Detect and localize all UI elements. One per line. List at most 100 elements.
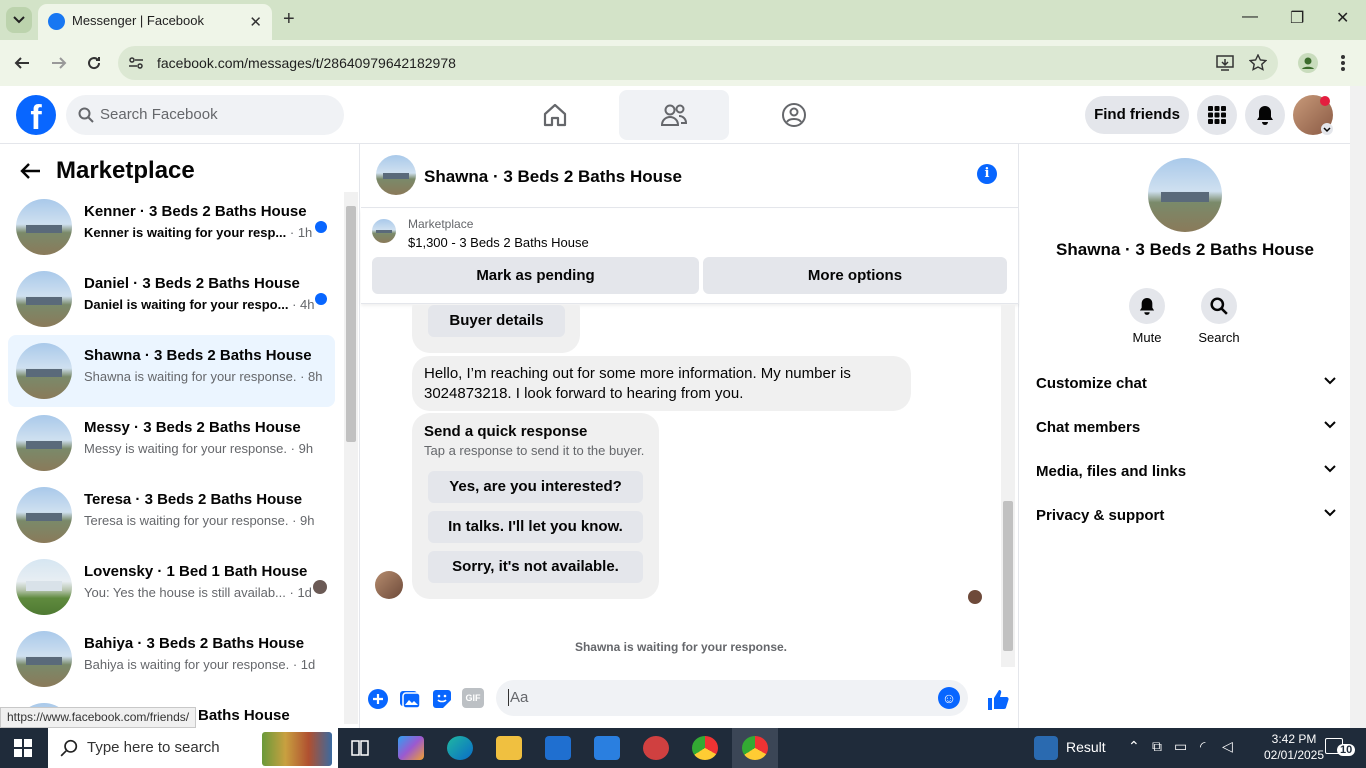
taskbar-search-box[interactable]: Type here to search <box>48 728 338 768</box>
seen-indicator-avatar <box>968 590 982 604</box>
wifi-icon[interactable]: ◜ <box>1200 738 1205 755</box>
clock-date: 02/01/2025 <box>1263 748 1325 762</box>
chat-list-item[interactable]: Daniel · 3 Beds 2 Baths House Daniel is … <box>8 263 335 335</box>
chat-list-item[interactable]: Lovensky · 1 Bed 1 Bath House You: Yes t… <box>8 551 335 623</box>
task-view-icon[interactable] <box>350 738 370 758</box>
taskbar-clock[interactable]: 3:42 PM 02/01/2025 <box>1258 731 1330 763</box>
scrollbar-thumb[interactable] <box>1003 501 1013 651</box>
arrow-left-icon[interactable] <box>20 162 42 180</box>
privacy-support-row[interactable]: Privacy & support <box>1036 495 1336 539</box>
listing-thumbnail <box>16 559 72 615</box>
battery-icon[interactable]: ▭ <box>1174 738 1187 755</box>
gif-button[interactable]: GIF <box>462 688 484 708</box>
widget-label[interactable]: Result <box>1066 739 1106 755</box>
mail-icon[interactable] <box>594 736 620 760</box>
nav-groups[interactable] <box>739 90 849 140</box>
close-window-button[interactable]: ✕ <box>1336 8 1349 28</box>
chat-name: Bahiya · 3 Beds 2 Baths House <box>84 635 305 652</box>
profile-avatar[interactable] <box>1148 158 1222 232</box>
customize-chat-row[interactable]: Customize chat <box>1036 363 1336 407</box>
quick-reply-button[interactable]: In talks. I'll let you know. <box>428 511 643 543</box>
volume-icon[interactable]: ◁ <box>1222 738 1233 755</box>
site-info-icon[interactable] <box>128 55 144 71</box>
edge-icon[interactable] <box>447 736 473 760</box>
more-options-button[interactable]: More options <box>703 257 1007 294</box>
facebook-favicon-icon <box>48 13 65 30</box>
find-friends-button[interactable]: Find friends <box>1085 96 1189 134</box>
emoji-icon[interactable]: ☺ <box>938 687 960 709</box>
listing-price-title[interactable]: $1,300 - 3 Beds 2 Baths House <box>408 235 589 250</box>
page-scrollbar[interactable] <box>1350 86 1366 728</box>
mute-button[interactable]: Mute <box>1117 288 1177 345</box>
store-icon[interactable] <box>545 736 571 760</box>
tab-search-button[interactable] <box>6 7 32 33</box>
notifications-button[interactable] <box>1245 95 1285 135</box>
app-icon[interactable] <box>643 736 669 760</box>
chat-list-item[interactable]: Kenner · 3 Beds 2 Baths House Kenner is … <box>8 191 335 263</box>
conversation-avatar[interactable] <box>376 155 416 195</box>
chat-list-panel: Marketplace Kenner · 3 Beds 2 Baths Hous… <box>0 144 360 728</box>
facebook-search-input[interactable]: Search Facebook <box>66 95 344 135</box>
conversation-panel: Shawna · 3 Beds 2 Baths House i Marketpl… <box>361 144 1019 728</box>
chrome-icon[interactable] <box>742 736 768 760</box>
listing-thumbnail[interactable] <box>372 219 396 243</box>
chat-name: Messy · 3 Beds 2 Baths House <box>84 419 301 436</box>
copilot-icon[interactable] <box>398 736 424 760</box>
nav-home[interactable] <box>500 90 610 140</box>
unread-indicator <box>315 221 327 233</box>
media-files-row[interactable]: Media, files and links <box>1036 451 1336 495</box>
address-bar[interactable]: facebook.com/messages/t/2864097964218297… <box>118 46 1278 80</box>
clock-time: 3:42 PM <box>1271 732 1317 746</box>
facebook-logo[interactable]: f <box>16 95 56 135</box>
browser-tab-active[interactable]: Messenger | Facebook ✕ <box>38 4 272 40</box>
chat-list-item[interactable]: Messy · 3 Beds 2 Baths House Messy is wa… <box>8 407 335 479</box>
windows-start-icon[interactable] <box>14 739 32 757</box>
menu-button[interactable] <box>1197 95 1237 135</box>
plus-circle-icon[interactable] <box>367 688 389 710</box>
nav-friends[interactable] <box>619 90 729 140</box>
quick-reply-button[interactable]: Yes, are you interested? <box>428 471 643 503</box>
bookmark-star-icon[interactable] <box>1249 54 1267 72</box>
tab-close-icon[interactable]: ✕ <box>249 13 262 31</box>
minimize-button[interactable]: — <box>1242 8 1258 26</box>
message-input[interactable]: Aa ☺ <box>496 680 968 716</box>
chat-list-item-selected[interactable]: Shawna · 3 Beds 2 Baths House Shawna is … <box>8 335 335 407</box>
quick-response-subtitle: Tap a response to send it to the buyer. <box>424 443 645 458</box>
scrollbar-thumb[interactable] <box>346 206 356 442</box>
thread-scrollbar[interactable] <box>1001 305 1015 667</box>
back-button[interactable] <box>11 52 33 74</box>
panel-title: Marketplace <box>56 157 195 184</box>
waiting-status: Shawna is waiting for your response. <box>574 640 788 654</box>
new-tab-button[interactable]: + <box>283 8 295 31</box>
chat-name: Teresa · 3 Beds 2 Baths House <box>84 491 303 508</box>
conversation-title[interactable]: Shawna · 3 Beds 2 Baths House <box>424 167 682 187</box>
chrome-profile-icon[interactable] <box>1298 53 1318 73</box>
restore-button[interactable]: ❐ <box>1290 8 1304 28</box>
buyer-details-button[interactable]: Buyer details <box>428 305 565 337</box>
chrome-menu-icon[interactable] <box>1340 54 1346 72</box>
chevron-up-icon[interactable]: ⌃ <box>1128 738 1140 755</box>
photo-icon[interactable] <box>399 688 421 710</box>
sender-avatar[interactable] <box>375 571 403 599</box>
chat-list-scrollbar[interactable] <box>344 192 358 724</box>
chrome-icon[interactable] <box>692 736 718 760</box>
mark-as-pending-button[interactable]: Mark as pending <box>372 257 699 294</box>
chat-list-item[interactable]: Bahiya · 3 Beds 2 Baths House Bahiya is … <box>8 623 335 695</box>
weather-icon[interactable] <box>1034 736 1058 760</box>
file-explorer-icon[interactable] <box>496 736 522 760</box>
account-chevron-icon[interactable] <box>1321 123 1333 135</box>
notification-center-icon[interactable]: 10 <box>1325 738 1356 758</box>
install-app-icon[interactable] <box>1216 54 1234 72</box>
chat-members-row[interactable]: Chat members <box>1036 407 1336 451</box>
sticker-icon[interactable] <box>431 688 453 710</box>
meet-now-icon[interactable]: ⧉ <box>1152 738 1162 755</box>
friends-icon <box>660 104 688 126</box>
reload-button[interactable] <box>83 52 105 74</box>
chat-list-item[interactable]: Teresa · 3 Beds 2 Baths House Teresa is … <box>8 479 335 551</box>
quick-reply-button[interactable]: Sorry, it's not available. <box>428 551 643 583</box>
thumbs-up-icon[interactable] <box>986 688 1010 712</box>
search-in-chat-button[interactable]: Search <box>1189 288 1249 345</box>
forward-button[interactable] <box>48 52 70 74</box>
info-icon[interactable]: i <box>977 164 997 184</box>
search-icon <box>60 739 78 757</box>
